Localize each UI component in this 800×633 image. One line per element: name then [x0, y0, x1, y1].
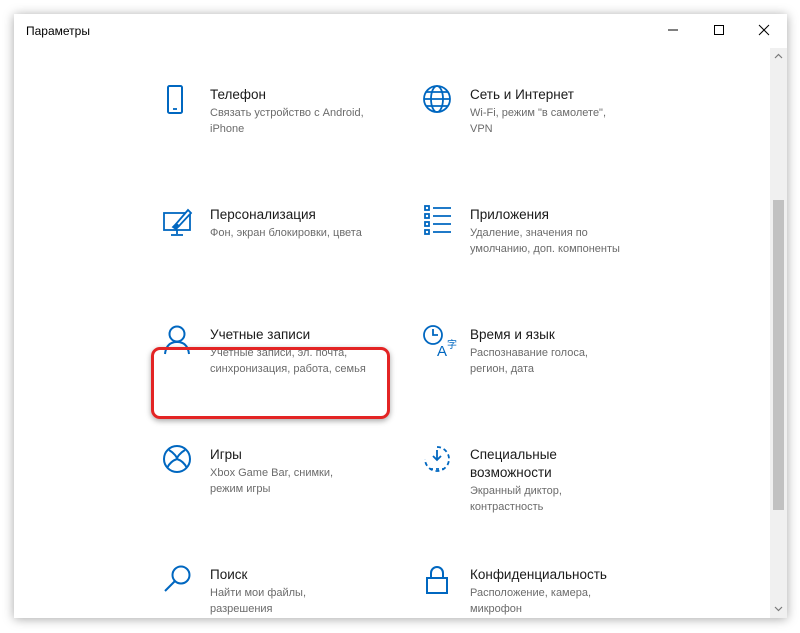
tile-gaming[interactable]: Игры Xbox Game Bar, снимки, режим игры	[162, 444, 402, 514]
tile-desc-line2: VPN	[470, 123, 493, 135]
scrollbar-thumb[interactable]	[773, 200, 784, 510]
svg-text:A: A	[437, 343, 447, 360]
tile-desc-line2: разрешения	[210, 603, 273, 615]
tile-desc-line1: Wi-Fi, режим "в самолете",	[470, 107, 607, 119]
accessibility-icon	[422, 444, 458, 480]
tile-desc-line2: умолчанию, доп. компоненты	[470, 243, 620, 255]
tile-phone[interactable]: Телефон Связать устройство с Android, iP…	[162, 84, 402, 154]
tile-search[interactable]: Поиск Найти мои файлы, разрешения	[162, 564, 402, 618]
tile-desc-line1: Xbox Game Bar, снимки,	[210, 467, 334, 479]
tile-title: Приложения	[470, 207, 549, 222]
tile-desc-line2: микрофон	[470, 603, 522, 615]
tile-personalization[interactable]: Персонализация Фон, экран блокировки, цв…	[162, 204, 402, 274]
search-icon	[162, 564, 198, 600]
settings-grid: Телефон Связать устройство с Android, iP…	[14, 48, 770, 618]
tile-title: Телефон	[210, 87, 267, 102]
personalization-icon	[162, 204, 198, 240]
tile-title: Специальные	[470, 447, 557, 462]
tile-desc-line1: Учетные записи, эл. почта,	[210, 347, 348, 359]
tile-desc-line2: режим игры	[210, 483, 271, 495]
scroll-up-arrow-icon[interactable]	[772, 50, 785, 63]
tile-accounts[interactable]: Учетные записи Учетные записи, эл. почта…	[162, 324, 402, 394]
tile-desc-line1: Фон, экран блокировки, цвета	[210, 227, 362, 239]
tile-desc-line2: iPhone	[210, 123, 245, 135]
tile-title: Учетные записи	[210, 327, 311, 342]
lock-icon	[422, 564, 458, 600]
phone-icon	[162, 84, 198, 120]
maximize-icon	[714, 25, 724, 35]
maximize-button[interactable]	[696, 14, 742, 46]
tile-network[interactable]: Сеть и Интернет Wi-Fi, режим "в самолете…	[422, 84, 662, 154]
window-title: Параметры	[26, 24, 90, 38]
tile-title: Поиск	[210, 567, 248, 582]
scroll-down-arrow-icon[interactable]	[772, 602, 785, 615]
tile-privacy[interactable]: Конфиденциальность Расположение, камера,…	[422, 564, 662, 618]
tile-desc-line2: регион, дата	[470, 363, 535, 375]
close-icon	[758, 24, 770, 36]
tile-title: Конфиденциальность	[470, 567, 607, 582]
xbox-icon	[162, 444, 198, 480]
tile-desc-line2: контрастность	[470, 501, 544, 513]
tile-apps[interactable]: Приложения Удаление, значения по умолчан…	[422, 204, 662, 274]
tile-accessibility[interactable]: Специальные возможности Экранный диктор,…	[422, 444, 662, 534]
tile-title: Персонализация	[210, 207, 316, 222]
svg-text:字: 字	[447, 338, 457, 351]
globe-icon	[422, 84, 458, 120]
tile-desc-line1: Найти мои файлы,	[210, 587, 307, 599]
tile-title: Игры	[210, 447, 242, 462]
settings-window: Параметры Телефон Связать устройство с A…	[14, 14, 787, 618]
tile-desc-line1: Экранный диктор,	[470, 485, 562, 497]
tile-desc-line1: Связать устройство с Android,	[210, 107, 364, 119]
title-bar: Параметры	[14, 14, 787, 48]
minimize-button[interactable]	[650, 14, 696, 46]
apps-icon	[422, 204, 458, 240]
tile-desc-line1: Удаление, значения по	[470, 227, 588, 239]
tile-title-line2: возможности	[470, 465, 552, 480]
minimize-icon	[668, 29, 678, 31]
person-icon	[162, 324, 198, 360]
tile-time-language[interactable]: A 字 Время и язык Распознавание голоса, р…	[422, 324, 662, 394]
tile-desc-line1: Расположение, камера,	[470, 587, 592, 599]
time-language-icon: A 字	[422, 324, 458, 360]
tile-title: Сеть и Интернет	[470, 87, 574, 102]
close-button[interactable]	[741, 14, 787, 46]
tile-title: Время и язык	[470, 327, 555, 342]
tile-desc-line1: Распознавание голоса,	[470, 347, 588, 359]
tile-desc-line2: синхронизация, работа, семья	[210, 363, 366, 375]
